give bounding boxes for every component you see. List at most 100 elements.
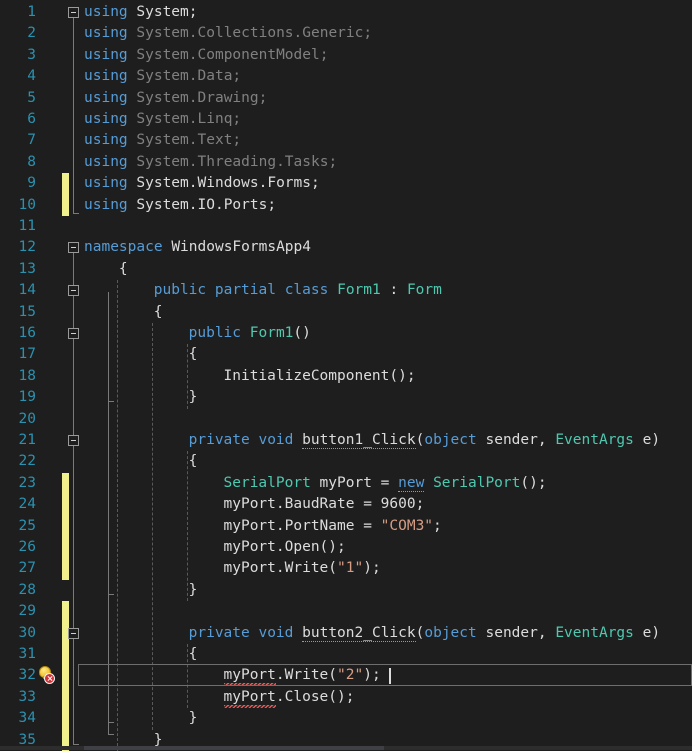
- editor-line[interactable]: 20: [0, 409, 692, 430]
- code-text[interactable]: public Form1(): [84, 323, 692, 344]
- code-text[interactable]: [84, 601, 692, 622]
- collapse-toggle[interactable]: [68, 328, 79, 339]
- code-text[interactable]: namespace WindowsFormsApp4: [84, 237, 692, 258]
- line-number: 8: [27, 153, 36, 170]
- code-token: myPort.BaudRate =: [223, 496, 381, 513]
- editor-line[interactable]: 31 {: [0, 644, 692, 666]
- code-text[interactable]: [84, 409, 692, 430]
- code-text[interactable]: using System.Threading.Tasks;: [84, 152, 692, 173]
- editor-line[interactable]: 27 myPort.Write("1");: [0, 558, 692, 580]
- code-token: ();: [520, 474, 547, 491]
- code-token: object: [424, 432, 477, 448]
- editor-line[interactable]: 3 using System.ComponentModel;: [0, 45, 692, 66]
- code-text[interactable]: using System.IO.Ports;: [84, 195, 692, 216]
- editor-line[interactable]: 17 {: [0, 344, 692, 365]
- editor-line[interactable]: 29: [0, 601, 692, 623]
- code-text[interactable]: myPort.PortName = "COM3";: [84, 516, 692, 537]
- editor-line[interactable]: 28}: [0, 580, 692, 601]
- editor-line[interactable]: 23 SerialPort myPort = new SerialPort();: [0, 472, 692, 495]
- editor-line[interactable]: 8 using System.Threading.Tasks;: [0, 152, 692, 173]
- code-text[interactable]: }: [84, 580, 692, 601]
- code-text[interactable]: }: [84, 387, 692, 408]
- code-token: using: [84, 68, 128, 85]
- code-text[interactable]: private void button1_Click(object sender…: [84, 430, 692, 451]
- collapse-toggle[interactable]: [68, 627, 79, 639]
- code-text[interactable]: myPort.Open();: [84, 537, 692, 558]
- editor-line[interactable]: 25 myPort.PortName = "COM3";: [0, 515, 692, 537]
- code-text[interactable]: private void button2_Click(object sender…: [84, 623, 692, 644]
- code-text[interactable]: using System.Windows.Forms;: [84, 173, 692, 194]
- editor-line[interactable]: 1 using System;: [0, 2, 692, 23]
- code-text[interactable]: using System.Data;: [84, 66, 692, 87]
- editor-line[interactable]: 13 {: [0, 259, 692, 280]
- editor-line[interactable]: 11: [0, 216, 692, 237]
- code-token: using: [84, 153, 128, 170]
- editor-line[interactable]: 22 {: [0, 451, 692, 472]
- code-text[interactable]: public partial class Form1 : Form: [84, 280, 692, 301]
- code-token: object: [424, 624, 477, 641]
- editor-line[interactable]: 2 using System.Collections.Generic;: [0, 23, 692, 44]
- code-text[interactable]: {: [84, 344, 692, 365]
- code-text[interactable]: SerialPort myPort = new SerialPort();: [84, 473, 692, 494]
- code-text[interactable]: {: [84, 302, 692, 323]
- editor-line[interactable]: 26 myPort.Open();: [0, 537, 692, 559]
- code-token: myPort.Open();: [223, 539, 346, 555]
- collapse-toggle[interactable]: [68, 435, 79, 446]
- code-token: EventArgs: [555, 432, 634, 448]
- collapse-toggle[interactable]: [68, 242, 79, 254]
- code-text[interactable]: using System.Drawing;: [84, 88, 692, 109]
- code-text[interactable]: myPort.Write("1");: [84, 558, 692, 579]
- code-token: e): [633, 432, 661, 448]
- editor-line[interactable]: 24 myPort.BaudRate = 9600;: [0, 494, 692, 516]
- horizontal-scrollbar-thumb[interactable]: [84, 746, 384, 750]
- code-text[interactable]: using System;: [84, 2, 692, 23]
- editor-line[interactable]: 10 using System.IO.Ports;: [0, 194, 692, 216]
- code-token: .Write(: [275, 667, 338, 684]
- code-text[interactable]: }: [84, 708, 692, 729]
- code-text[interactable]: myPort.Write("2");: [84, 665, 692, 687]
- line-number: 17: [18, 346, 36, 363]
- line-number: 32: [18, 667, 36, 684]
- code-token: using: [84, 46, 128, 63]
- lightbulb-error-icon[interactable]: [36, 665, 58, 686]
- editor-line[interactable]: 6 using System.Linq;: [0, 109, 692, 130]
- change-tracking-bar: [62, 515, 69, 537]
- editor-line[interactable]: 4 using System.Data;: [0, 66, 692, 87]
- code-text[interactable]: {: [84, 259, 692, 280]
- code-text[interactable]: using System.Collections.Generic;: [84, 23, 692, 44]
- horizontal-scrollbar[interactable]: [0, 746, 692, 750]
- code-text[interactable]: [84, 216, 692, 237]
- code-text[interactable]: myPort.Close();: [84, 687, 692, 708]
- editor-line[interactable]: 21 private void button1_Click(object send…: [0, 430, 692, 451]
- editor-line[interactable]: 30 private void button2_Click(object send…: [0, 622, 692, 644]
- editor-line[interactable]: 34}: [0, 708, 692, 730]
- line-number: 31: [18, 646, 36, 662]
- editor-line[interactable]: 14 public partial class Form1 : Form: [0, 280, 692, 301]
- editor-line[interactable]: 19}: [0, 387, 692, 408]
- code-token: System.Linq;: [136, 111, 242, 127]
- editor-line[interactable]: 5 using System.Drawing;: [0, 88, 692, 109]
- editor-line[interactable]: 32 myPort.Write("2");: [0, 665, 692, 687]
- line-number: 2: [27, 25, 36, 42]
- code-text[interactable]: myPort.BaudRate = 9600;: [84, 494, 692, 515]
- editor-line[interactable]: 33 myPort.Close();: [0, 686, 692, 709]
- code-text[interactable]: using System.ComponentModel;: [84, 45, 692, 66]
- editor-line[interactable]: 15 {: [0, 302, 692, 323]
- code-text[interactable]: using System.Text;: [84, 130, 692, 151]
- code-token: }: [188, 710, 198, 727]
- editor-line[interactable]: 16 public Form1(): [0, 323, 692, 344]
- code-text[interactable]: using System.Linq;: [84, 109, 692, 130]
- editor-line[interactable]: 9 using System.Windows.Forms;: [0, 173, 692, 195]
- collapse-toggle[interactable]: [68, 7, 79, 18]
- editor-line[interactable]: 18 InitializeComponent();: [0, 366, 692, 387]
- code-editor[interactable]: 1 using System; 2 using System.Collections.…: [0, 0, 692, 751]
- line-number: 28: [18, 581, 36, 598]
- collapse-toggle[interactable]: [68, 285, 79, 297]
- code-text[interactable]: InitializeComponent();: [84, 366, 692, 387]
- code-text[interactable]: {: [84, 644, 692, 665]
- editor-line[interactable]: 7 using System.Text;: [0, 130, 692, 151]
- code-text[interactable]: {: [84, 451, 692, 472]
- editor-line[interactable]: 12 namespace WindowsFormsApp4: [0, 237, 692, 258]
